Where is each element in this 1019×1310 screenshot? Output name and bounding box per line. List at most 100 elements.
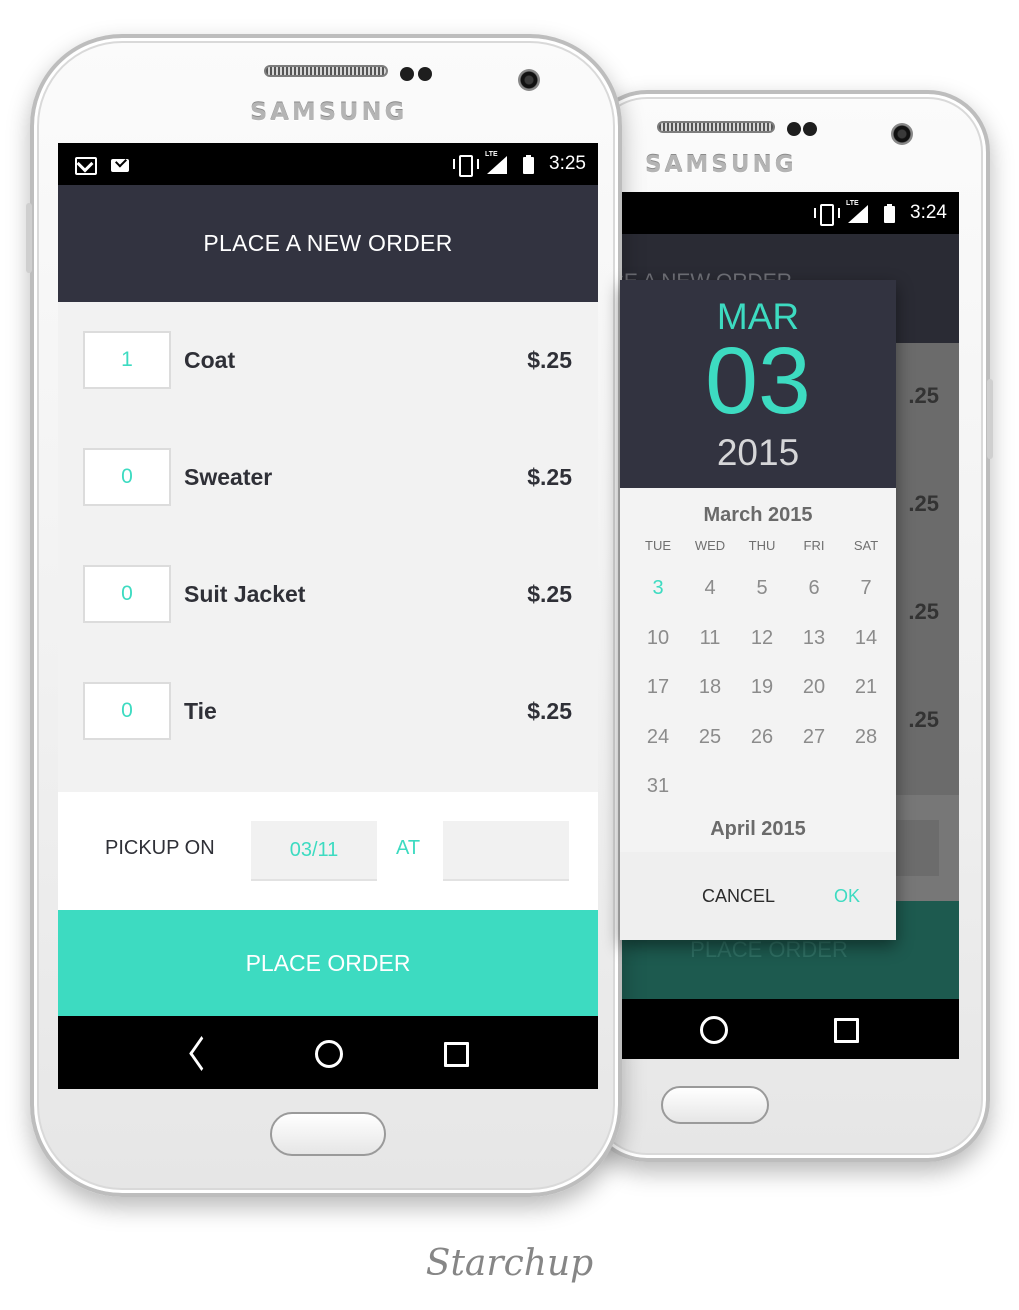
recents-icon[interactable] bbox=[829, 1013, 861, 1045]
navigation-bar bbox=[599, 999, 959, 1059]
battery-icon bbox=[878, 203, 900, 223]
selected-day[interactable]: 03 bbox=[620, 334, 896, 429]
navigation-bar bbox=[58, 1016, 598, 1089]
order-list: 1 Coat $.25 0 Sweater $.25 0 Suit Jacket… bbox=[58, 302, 598, 792]
side-button bbox=[987, 379, 993, 459]
selected-year[interactable]: 2015 bbox=[620, 432, 896, 474]
place-order-label: PLACE ORDER bbox=[690, 937, 848, 962]
lte-signal-icon bbox=[485, 151, 508, 174]
list-item: 0 Sweater $.25 bbox=[58, 448, 598, 506]
calendar-week: 10 11 12 13 14 bbox=[632, 614, 892, 664]
item-price: .25 bbox=[908, 599, 939, 624]
item-price: .25 bbox=[908, 491, 939, 516]
date-picker-dialog: MAR 03 2015 March 2015 TUE WED THU FRI S… bbox=[620, 280, 896, 940]
weekday-header: TUE WED THU FRI SAT bbox=[632, 538, 892, 553]
calendar-day-selected[interactable]: 3 bbox=[632, 567, 684, 612]
vibrate-icon bbox=[814, 203, 841, 226]
lte-signal-icon bbox=[846, 200, 869, 223]
sensor bbox=[418, 67, 432, 81]
list-item: 0 Tie $.25 bbox=[58, 682, 598, 740]
vibrate-icon bbox=[453, 154, 480, 177]
front-camera-icon bbox=[518, 69, 540, 91]
quantity-input[interactable]: 0 bbox=[83, 682, 171, 740]
battery-icon bbox=[517, 154, 539, 174]
app-header: PLACE A NEW ORDER bbox=[58, 185, 598, 302]
side-button bbox=[26, 203, 32, 273]
calendar-day[interactable]: 10 bbox=[632, 627, 684, 650]
item-price: $.25 bbox=[527, 580, 572, 607]
calendar-day[interactable]: 19 bbox=[736, 676, 788, 699]
calendar-day[interactable]: 31 bbox=[632, 775, 684, 798]
quantity-input[interactable]: 0 bbox=[83, 448, 171, 506]
calendar-day[interactable]: 6 bbox=[788, 577, 840, 600]
front-phone: SAMSUNG 3:25 PLACE A NEW ORDER 1 Coat $.… bbox=[26, 34, 622, 1197]
calendar-week: 17 18 19 20 21 bbox=[632, 663, 892, 713]
status-bar: 3:25 bbox=[58, 143, 598, 185]
weekday-label: TUE bbox=[645, 538, 671, 553]
calendar-day[interactable]: 24 bbox=[632, 726, 684, 749]
weekday-label: THU bbox=[748, 538, 776, 553]
item-name: Coat bbox=[184, 346, 236, 373]
back-icon[interactable] bbox=[185, 1037, 217, 1069]
calendar-day[interactable]: 25 bbox=[684, 726, 736, 749]
home-button[interactable] bbox=[270, 1112, 386, 1156]
sensor bbox=[803, 122, 817, 136]
calendar-day[interactable]: 27 bbox=[788, 726, 840, 749]
calendar-day[interactable]: 26 bbox=[736, 726, 788, 749]
ok-button[interactable]: OK bbox=[834, 886, 860, 907]
item-price: $.25 bbox=[527, 463, 572, 490]
page-title: PLACE A NEW ORDER bbox=[203, 230, 453, 256]
app-name-caption: Starchup bbox=[425, 1243, 594, 1284]
item-name: Sweater bbox=[184, 463, 273, 490]
brand-logo: SAMSUNG bbox=[645, 152, 797, 178]
calendar-week: 31 bbox=[632, 762, 892, 812]
status-bar: 3:24 bbox=[599, 192, 959, 234]
home-icon[interactable] bbox=[312, 1037, 344, 1069]
calendar-day[interactable]: 5 bbox=[736, 577, 788, 600]
calendar-body: March 2015 TUE WED THU FRI SAT 3 4 5 6 7… bbox=[620, 488, 896, 852]
calendar-day[interactable]: 7 bbox=[840, 577, 892, 600]
calendar-week: 24 25 26 27 28 bbox=[632, 713, 892, 763]
date-picker-header: MAR 03 2015 bbox=[620, 280, 896, 488]
pickup-label: PICKUP ON bbox=[105, 837, 215, 859]
front-camera-icon bbox=[891, 123, 913, 145]
status-time: 3:24 bbox=[910, 202, 947, 223]
weekday-label: FRI bbox=[803, 538, 825, 553]
speaker-grille bbox=[657, 121, 775, 133]
recents-icon[interactable] bbox=[439, 1037, 471, 1069]
calendar-day[interactable]: 18 bbox=[684, 676, 736, 699]
pickup-at-label: AT bbox=[396, 837, 421, 859]
item-price: $.25 bbox=[527, 697, 572, 724]
calendar-day[interactable]: 4 bbox=[684, 577, 736, 600]
item-price: .25 bbox=[908, 707, 939, 732]
cancel-button[interactable]: CANCEL bbox=[702, 886, 775, 907]
speaker-grille bbox=[264, 65, 388, 77]
list-item: 1 Coat $.25 bbox=[58, 331, 598, 389]
dialog-actions: CANCEL OK bbox=[620, 852, 896, 940]
home-button[interactable] bbox=[661, 1086, 769, 1124]
calendar-day[interactable]: 21 bbox=[840, 676, 892, 699]
pickup-date-field[interactable]: 03/11 bbox=[251, 821, 377, 881]
calendar-day[interactable]: 12 bbox=[736, 627, 788, 650]
calendar-day[interactable]: 14 bbox=[840, 627, 892, 650]
status-time: 3:25 bbox=[549, 153, 586, 174]
calendar-day[interactable]: 28 bbox=[840, 726, 892, 749]
place-order-button[interactable]: PLACE ORDER bbox=[58, 910, 598, 1016]
home-icon[interactable] bbox=[697, 1013, 729, 1045]
front-phone-screen: 3:25 PLACE A NEW ORDER 1 Coat $.25 0 Swe… bbox=[58, 143, 598, 1089]
calendar-day[interactable]: 11 bbox=[684, 627, 736, 650]
item-price: $.25 bbox=[527, 346, 572, 373]
month-caption: March 2015 bbox=[703, 504, 813, 526]
calendar-day[interactable]: 13 bbox=[788, 627, 840, 650]
brand-logo: SAMSUNG bbox=[250, 98, 408, 126]
calendar-day[interactable]: 17 bbox=[632, 676, 684, 699]
sensor bbox=[787, 122, 801, 136]
calendar-day[interactable]: 20 bbox=[788, 676, 840, 699]
calendar-grid: 3 4 5 6 7 10 11 12 13 14 17 18 19 20 21 bbox=[632, 564, 892, 812]
item-name: Suit Jacket bbox=[184, 580, 306, 607]
quantity-input[interactable]: 1 bbox=[83, 331, 171, 389]
inbox-icon bbox=[110, 154, 132, 174]
quantity-input[interactable]: 0 bbox=[83, 565, 171, 623]
weekday-label: WED bbox=[694, 538, 726, 553]
pickup-time-field[interactable] bbox=[443, 821, 569, 881]
